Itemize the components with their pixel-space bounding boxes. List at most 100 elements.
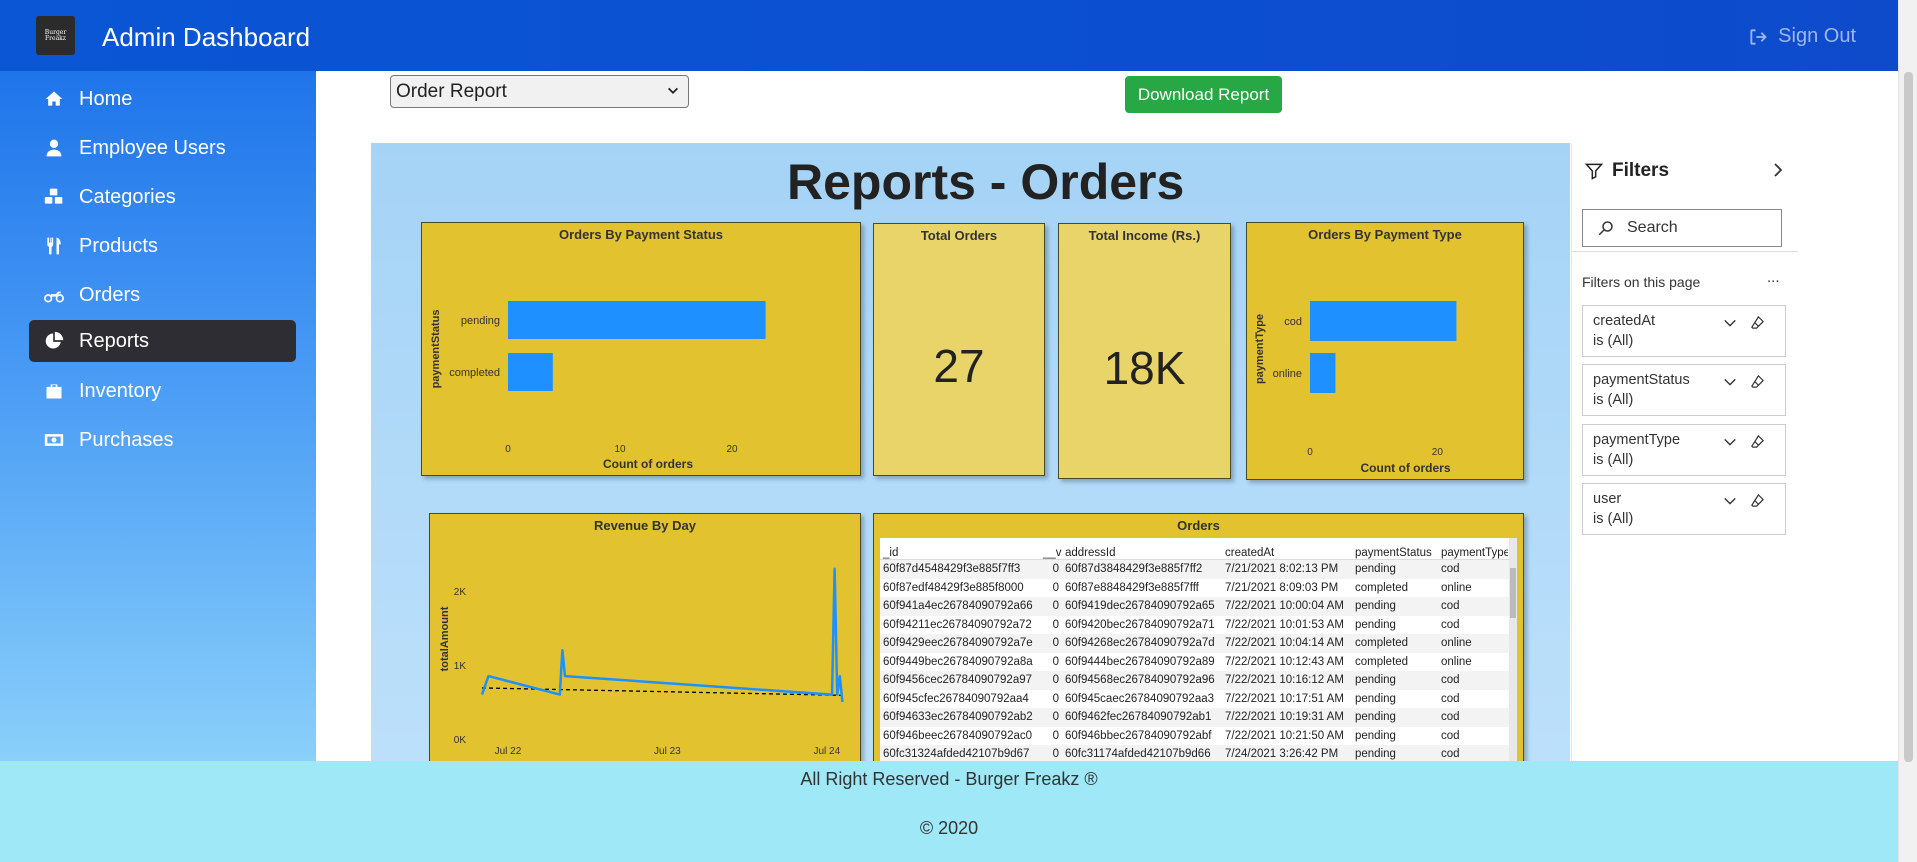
sidebar-item-orders[interactable]: Orders [29,274,296,316]
table-header-row: _id __v addressId createdAt paymentStatu… [880,538,1510,560]
table-scrollbar[interactable] [1509,538,1517,762]
category-label: pending [461,315,500,327]
table-cell: 60f9449bec26784090792a8a [883,655,1033,668]
sidebar-item-categories[interactable]: Categories [29,176,296,218]
table-cell: 0 [1052,655,1059,668]
table-cell: 60f94568ec26784090792a96 [1065,674,1215,687]
filter-value: is (All) [1593,452,1634,468]
divider [1572,251,1798,252]
table-cell: 7/24/2021 3:26:42 PM [1225,748,1339,761]
x-tick-label: Jul 23 [654,746,681,757]
eraser-icon[interactable] [1750,374,1765,389]
payment-status-chart-tile[interactable]: Orders By Payment Status pending complete… [421,222,861,476]
sidebar-item-label: Categories [79,185,176,208]
cubes-icon [41,187,67,207]
table-cell: 60f945caec26784090792aa3 [1065,692,1215,705]
table-cell: pending [1355,711,1396,724]
column-header[interactable]: paymentType [1438,547,1508,559]
revenue-line [480,567,844,703]
table-cell: cod [1441,729,1460,742]
filter-card-paymentstatus[interactable]: paymentStatus is (All) [1582,364,1786,416]
category-label: cod [1284,316,1302,328]
chevron-right-icon[interactable] [1770,162,1786,178]
x-tick-label: 20 [726,444,738,455]
table-row[interactable]: 60f94211ec26784090792a72 0 60f9420bec26784… [880,616,1510,635]
filter-card-paymenttype[interactable]: paymentType is (All) [1582,424,1786,476]
brand-logo-text: Burger Freakz [44,28,67,42]
sidebar-item-purchases[interactable]: Purchases [29,419,296,461]
column-header[interactable]: _id [880,547,1040,559]
filters-title: Filters [1612,160,1670,181]
table-cell: pending [1355,563,1396,576]
revenue-chart-tile[interactable]: Revenue By Day 0K 1K 2K Jul 22 Jul 23 Jul 24 t… [429,513,861,762]
report-type-select[interactable]: Order Report [390,75,689,108]
table-row[interactable]: 60fc31324afded42107b9d67 0 60fc31174afded4… [880,745,1510,762]
chevron-down-icon[interactable] [1723,375,1737,389]
top-navbar: Burger Freakz Admin Dashboard Sign Out [0,0,1898,71]
report-embed: Reports - Orders Orders By Payment Statu… [371,143,1570,762]
eraser-icon[interactable] [1750,434,1765,449]
payment-type-chart-tile[interactable]: Orders By Payment Type cod online 0 20 Count… [1246,222,1524,480]
sidebar-item-inventory[interactable]: Inventory [29,370,296,412]
table-row[interactable]: 60f9429eec26784090792a7e 0 60f94268ec26784… [880,634,1510,653]
chevron-down-icon[interactable] [1723,435,1737,449]
table-cell: 60f87d4548429f3e885f7ff3 [883,563,1021,576]
column-header[interactable]: paymentStatus [1352,547,1438,559]
table-row[interactable]: 60f94633ec26784090792ab2 0 60f9462fec26784… [880,708,1510,727]
eraser-icon[interactable] [1750,315,1765,330]
bar [508,353,553,391]
filter-card-createdat[interactable]: createdAt is (All) [1582,305,1786,357]
category-label: online [1273,368,1302,380]
signout-button[interactable]: Sign Out [1748,25,1856,48]
total-orders-value: 27 [933,340,985,392]
search-placeholder: Search [1627,219,1678,236]
download-report-button[interactable]: Download Report [1125,76,1282,113]
chevron-down-icon[interactable] [1723,316,1737,330]
table-row[interactable]: 60f941a4ec26784090792a66 0 60f9419dec26784… [880,597,1510,616]
orders-table-tile[interactable]: Orders _id __v addressId createdAt payme… [873,513,1524,762]
table-cell: 0 [1052,581,1059,594]
more-options-button[interactable]: ... [1767,269,1780,286]
x-tick-label: 10 [614,444,626,455]
sidebar-item-label: Products [79,234,158,257]
column-header[interactable]: addressId [1062,547,1222,559]
x-tick-label: 20 [1432,447,1444,458]
table-row[interactable]: 60f9449bec26784090792a8a 0 60f9444bec26784… [880,653,1510,672]
filter-card-user[interactable]: user is (All) [1582,483,1786,535]
sidebar-item-reports[interactable]: Reports [29,320,296,362]
table-scrollbar-thumb[interactable] [1510,568,1516,618]
sidebar-item-employee-users[interactable]: Employee Users [29,127,296,169]
table-row[interactable]: 60f87d4548429f3e885f7ff3 0 60f87d3848429f3… [880,560,1510,579]
filters-search-input[interactable]: Search [1582,209,1782,247]
page-scrollbar-thumb[interactable] [1904,72,1913,762]
total-income-card[interactable]: Total Income (Rs.) 18K [1058,223,1231,479]
x-axis-label: Count of orders [603,457,693,471]
sidebar-item-home[interactable]: Home [29,78,296,120]
payment-type-chart: cod online 0 20 Count of orders paymentType [1254,301,1457,475]
table-row[interactable]: 60f946beec26784090792ac0 0 60f946bbec26784… [880,727,1510,746]
report-title: Reports - Orders [787,154,1185,210]
page-scrollbar[interactable] [1898,0,1917,862]
sidebar-item-label: Home [79,87,133,110]
table-cell: 0 [1052,729,1059,742]
table-cell: completed [1355,637,1409,650]
brand-logo[interactable]: Burger Freakz [36,16,75,55]
table-cell: 7/21/2021 8:02:13 PM [1225,563,1339,576]
payment-status-chart: pending completed 0 10 20 Count of orders paym… [430,301,766,471]
table-cell: 60f9444bec26784090792a89 [1065,655,1215,668]
chevron-down-icon[interactable] [1723,494,1737,508]
table-cell: 60f9462fec26784090792ab1 [1065,711,1212,724]
sidebar-item-label: Employee Users [79,136,226,159]
sidebar-item-products[interactable]: Products [29,225,296,267]
table-cell: 60f87edf48429f3e885f8000 [883,581,1024,594]
column-header[interactable]: __v [1040,547,1062,559]
table-cell: 60f9419dec26784090792a65 [1065,600,1215,613]
table-row[interactable]: 60f9456cec26784090792a97 0 60f94568ec26784… [880,671,1510,690]
table-row[interactable]: 60f945cfec26784090792aa4 0 60f945caec26784… [880,690,1510,709]
signout-label: Sign Out [1778,25,1856,47]
column-header[interactable]: createdAt [1222,547,1352,559]
total-orders-card[interactable]: Total Orders 27 [873,223,1045,476]
filter-name: paymentStatus [1593,372,1690,388]
eraser-icon[interactable] [1750,493,1765,508]
table-row[interactable]: 60f87edf48429f3e885f8000 0 60f87e8848429f3… [880,579,1510,598]
